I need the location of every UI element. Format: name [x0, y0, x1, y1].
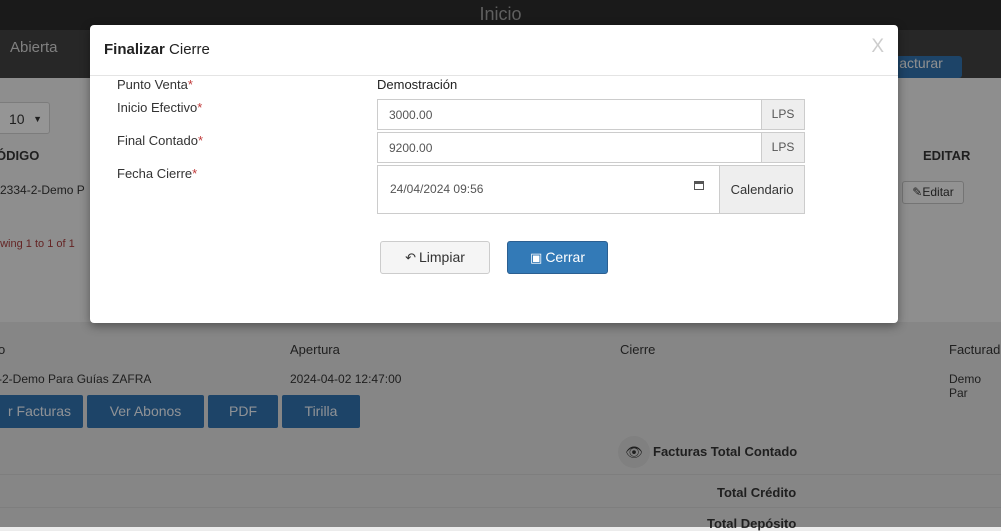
- modal-title-rest: Cierre: [169, 41, 210, 58]
- required-mark: *: [197, 133, 204, 148]
- label-text: Punto Venta: [117, 77, 188, 92]
- label-fecha-cierre: Fecha Cierre*: [117, 166, 197, 181]
- close-icon[interactable]: X: [871, 36, 884, 58]
- label-text: Final Contado: [117, 133, 198, 148]
- inicio-efectivo-group: LPS: [377, 99, 805, 130]
- required-mark: *: [197, 100, 203, 115]
- currency-addon: LPS: [761, 99, 805, 130]
- modal-title-bold: Finalizar: [104, 41, 165, 58]
- label-text: Fecha Cierre: [117, 166, 193, 181]
- label-text: Inicio Efectivo: [117, 100, 198, 115]
- required-mark: *: [192, 166, 198, 181]
- cerrar-button[interactable]: ▣ Cerrar: [507, 241, 608, 274]
- label-punto-venta: Punto Venta*: [117, 77, 193, 92]
- label-final-contado: Final Contado*: [117, 133, 203, 148]
- undo-icon: ↶: [405, 250, 416, 265]
- cerrar-label: Cerrar: [545, 249, 585, 265]
- calendario-button[interactable]: Calendario: [719, 165, 805, 214]
- final-contado-input[interactable]: [377, 132, 761, 163]
- inicio-efectivo-input[interactable]: [377, 99, 761, 130]
- punto-venta-value: Demostración: [377, 77, 458, 92]
- currency-addon: LPS: [761, 132, 805, 163]
- finalizar-cierre-modal: Finalizar Cierre X Punto Venta* Demostra…: [90, 25, 898, 323]
- required-mark: *: [187, 77, 193, 92]
- calendar-icon[interactable]: [694, 181, 704, 190]
- fecha-cierre-group: 24/04/2024 09:56 Calendario: [377, 165, 805, 214]
- fecha-cierre-input[interactable]: 24/04/2024 09:56: [377, 165, 719, 214]
- modal-title: Finalizar Cierre: [104, 41, 210, 58]
- limpiar-button[interactable]: ↶ Limpiar: [380, 241, 490, 274]
- limpiar-label: Limpiar: [419, 249, 465, 265]
- modal-header: Finalizar Cierre X: [90, 25, 898, 76]
- save-icon: ▣: [530, 250, 543, 265]
- label-inicio-efectivo: Inicio Efectivo*: [117, 100, 202, 115]
- final-contado-group: LPS: [377, 132, 805, 163]
- fecha-cierre-value: 24/04/2024 09:56: [390, 182, 484, 196]
